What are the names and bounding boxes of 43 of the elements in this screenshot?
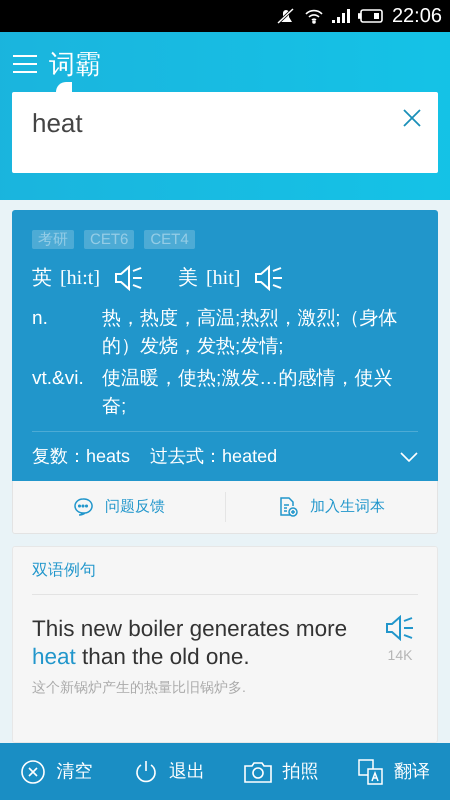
definition-text: 使温暖，使热;激发…的感情，使兴奋; [102, 367, 394, 419]
chat-bubble-icon [72, 497, 93, 517]
exit-button[interactable]: 退出 [112, 750, 225, 794]
feedback-button[interactable]: 问题反馈 [13, 492, 224, 522]
exam-tag: CET4 [144, 230, 195, 249]
document-plus-icon [278, 497, 298, 517]
phonetic-text: [hit] [206, 266, 240, 291]
speaker-icon[interactable] [385, 615, 415, 641]
clear-button[interactable]: 清空 [0, 750, 112, 794]
translate-button[interactable]: 翻译 [338, 750, 450, 794]
part-of-speech: n. [32, 307, 49, 331]
section-title: 双语例句 [32, 547, 418, 595]
pronunciation-label: 英 [32, 266, 52, 291]
chevron-icon[interactable] [400, 452, 418, 462]
search-field[interactable]: heat [12, 92, 438, 173]
search-text: heat [32, 107, 84, 140]
app-title: 词霸 [49, 51, 101, 77]
add-to-wordbook-button[interactable]: 加入生词本 [224, 492, 437, 522]
wifi-icon [304, 8, 324, 24]
example-sentence: This new boiler generates more heat than the old one. [32, 615, 348, 671]
status-time: 22:06 [392, 4, 442, 29]
exam-tag: 考研 [32, 230, 74, 249]
speech-tail [56, 82, 72, 92]
exam-tag: CET6 [84, 230, 134, 249]
word-form: 过去式：heated [150, 445, 278, 468]
close-icon[interactable] [402, 108, 422, 128]
example-translation: 这个新锅炉产生的热量比旧锅炉多. [32, 678, 247, 697]
definition-text: 热，热度，高温;热烈，激烈;（身体的）发烧，发热;发情; [102, 307, 399, 359]
muted-bell-icon [276, 8, 296, 24]
pronunciation-label: 美 [178, 266, 198, 291]
phonetic-text: [hi:t] [60, 266, 100, 291]
signal-icon [332, 9, 350, 23]
camera-button[interactable]: 拍照 [225, 750, 338, 794]
camera-icon [244, 760, 272, 784]
play-count: 14K [388, 646, 412, 665]
menu-icon[interactable] [13, 54, 37, 74]
speaker-icon[interactable] [254, 265, 284, 291]
translate-icon [358, 758, 384, 784]
word-form: 复数：heats [32, 445, 130, 468]
speaker-icon[interactable] [114, 265, 144, 291]
battery-icon [358, 8, 384, 24]
clear-icon [20, 758, 46, 784]
part-of-speech: vt.&vi. [32, 367, 85, 391]
